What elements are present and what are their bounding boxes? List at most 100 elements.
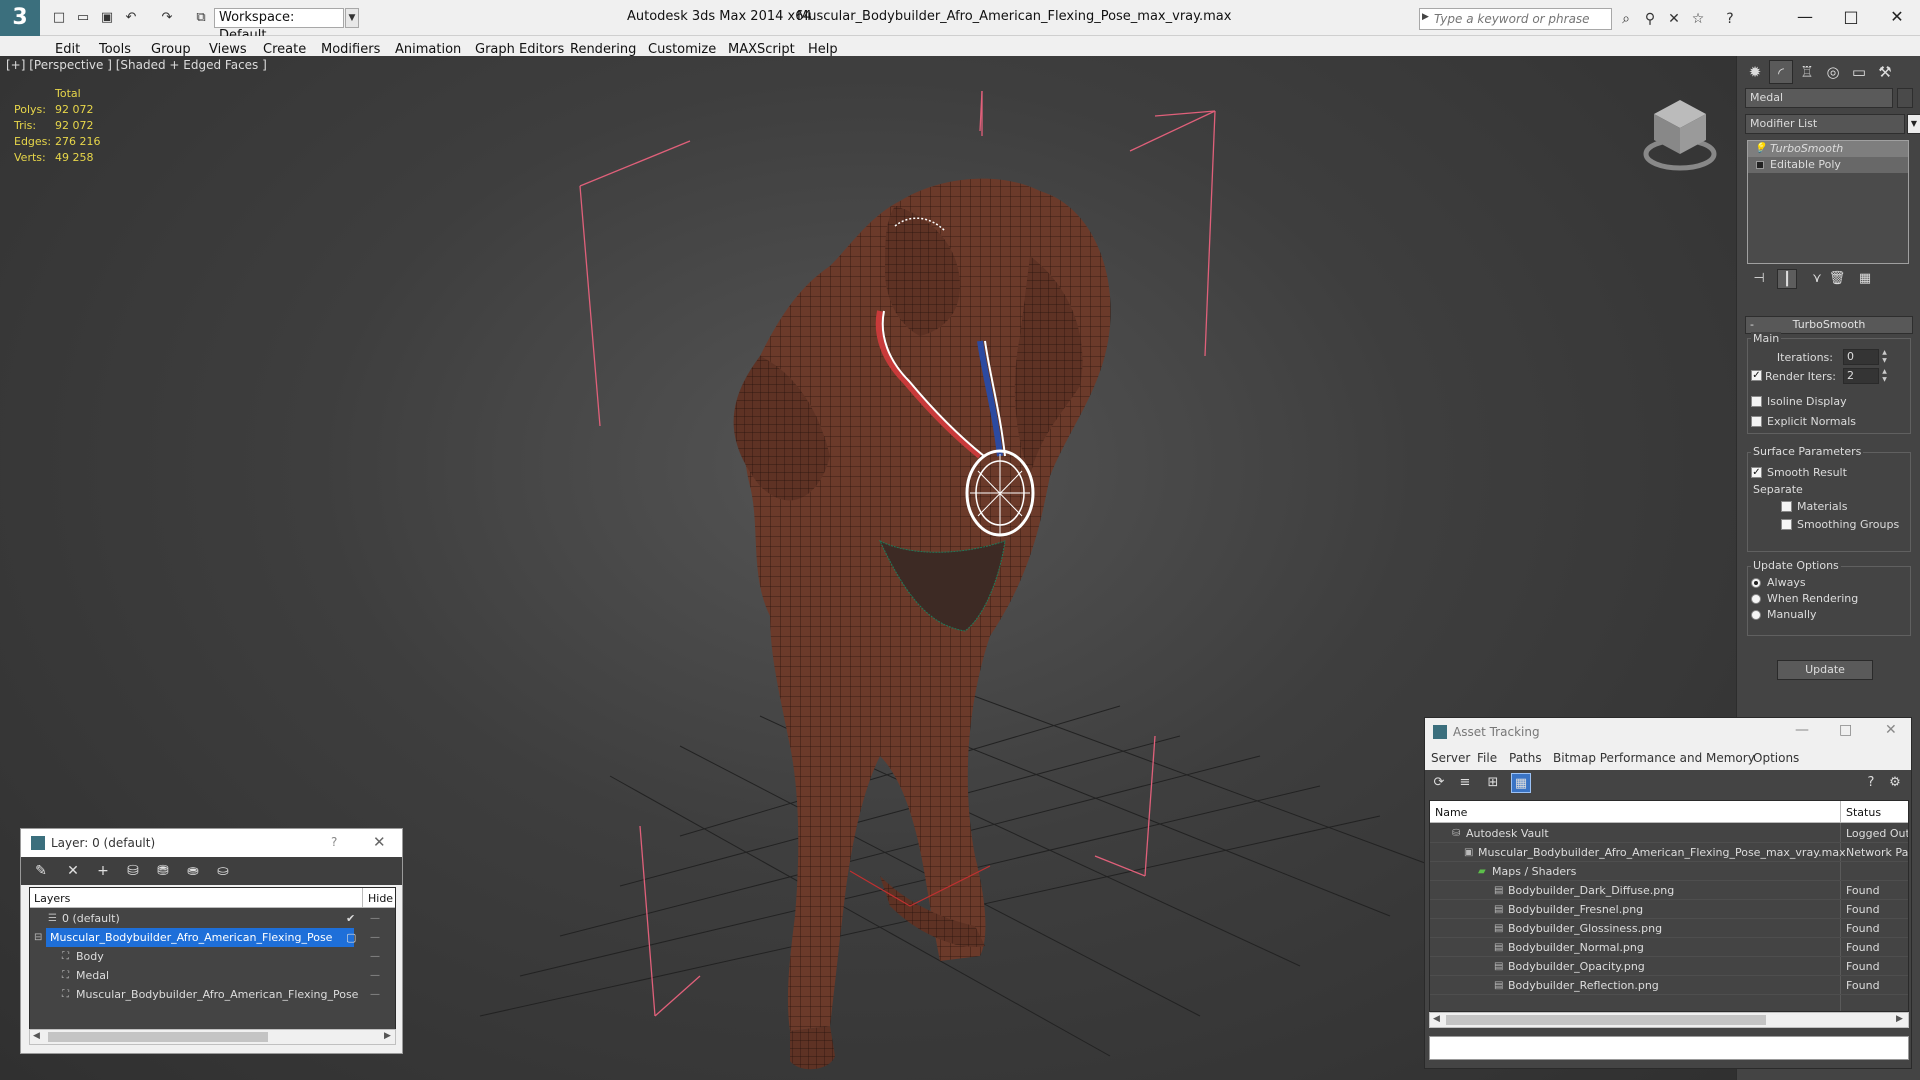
minimize-icon[interactable]: — [1782,4,1828,30]
collapse-icon[interactable]: ⊟ [34,928,42,947]
hide-toggle-icon[interactable]: — [370,985,380,1004]
help-icon[interactable]: ? [331,835,337,849]
close-icon[interactable]: ✕ [373,833,386,851]
object-name-field[interactable]: Medal [1745,88,1893,108]
lightbulb-icon[interactable]: 💡 [1754,141,1766,157]
configure-sets-icon[interactable]: ▦ [1855,269,1875,289]
modifier-list-dropdown[interactable]: Modifier List [1745,114,1905,134]
col-name[interactable]: Name [1435,806,1467,819]
pin-stack-icon[interactable]: ⊣ [1749,269,1769,289]
menu-rendering[interactable]: Rendering [570,42,636,57]
smooth-result-checkbox[interactable]: ✓ [1751,467,1762,478]
object-color-swatch[interactable] [1897,88,1913,108]
scroll-right-icon[interactable]: ▶ [384,1031,391,1041]
menu-paths[interactable]: Paths [1509,751,1542,765]
delete-layer-icon[interactable]: ✕ [63,861,83,881]
hide-toggle-icon[interactable]: — [370,947,380,966]
freeze-all-icon[interactable]: ⛀ [213,861,233,881]
scroll-left-icon[interactable]: ◀ [1433,1014,1440,1024]
subscription-icon[interactable]: ⚲ [1640,9,1660,29]
menu-bitmap-performance[interactable]: Bitmap Performance and Memory [1553,751,1755,765]
menu-tools[interactable]: Tools [99,42,131,57]
asset-dialog-titlebar[interactable]: Asset Tracking — □ ✕ [1425,718,1911,746]
utilities-tab-icon[interactable]: ⚒ [1873,60,1897,84]
minimize-icon[interactable]: — [1795,722,1809,738]
layer-object-row[interactable]: ⛶ Medal — [30,966,395,985]
horizontal-scrollbar[interactable]: ◀ ▶ [1429,1012,1909,1028]
col-layers[interactable]: Layers [34,892,70,905]
hierarchy-tab-icon[interactable]: ♖ [1795,60,1819,84]
menu-modifiers[interactable]: Modifiers [321,42,380,57]
when-rendering-radio[interactable] [1751,594,1761,604]
chevron-down-icon[interactable]: ▼ [345,8,359,28]
menu-server[interactable]: Server [1431,751,1470,765]
close-icon[interactable]: ✕ [1874,4,1920,30]
undo-icon[interactable]: ↶ [122,9,140,27]
close-icon[interactable]: ✕ [1885,722,1897,738]
asset-row-scene-file[interactable]: ▣ Muscular_Bodybuilder_Afro_American_Fle… [1430,843,1908,862]
smoothing-groups-checkbox[interactable] [1781,519,1792,530]
collapse-icon[interactable]: - [1750,317,1754,333]
menu-edit[interactable]: Edit [55,42,80,57]
help-icon[interactable]: ? [1861,773,1881,793]
hide-all-icon[interactable]: ⛂ [183,861,203,881]
menu-file[interactable]: File [1477,751,1497,765]
settings-gear-icon[interactable]: ⚙ [1885,773,1905,793]
layer-dialog-titlebar[interactable]: Layer: 0 (default) ? ✕ [21,829,402,857]
remove-modifier-icon[interactable]: 🗑 [1827,269,1847,289]
chevron-down-icon[interactable]: ▼ [1907,114,1920,134]
stack-item-editable-poly[interactable]: Editable Poly [1748,157,1908,173]
menu-customize[interactable]: Customize [648,42,716,57]
layer-object-row[interactable]: ⛶ Muscular_Bodybuilder_Afro_American_Fle… [30,985,395,1004]
layer-row[interactable]: ☰ 0 (default) ✔ — [30,909,395,928]
viewcube[interactable] [1640,88,1720,178]
menu-group[interactable]: Group [151,42,191,57]
open-file-icon[interactable]: ▭ [74,9,92,27]
menu-options[interactable]: Options [1753,751,1799,765]
display-tab-icon[interactable]: ▭ [1847,60,1871,84]
communication-icon[interactable]: ✕ [1664,9,1684,29]
scrollbar-thumb[interactable] [48,1032,268,1042]
add-to-layer-icon[interactable]: + [93,861,113,881]
render-iters-spinner[interactable]: 2 [1843,368,1879,384]
layer-row-selected[interactable]: ⊟ Muscular_Bodybuilder_Afro_American_Fle… [30,928,395,947]
asset-row-vault[interactable]: ⛁ Autodesk Vault Logged Out [1430,824,1908,843]
menu-maxscript[interactable]: MAXScript [728,42,795,57]
scroll-left-icon[interactable]: ◀ [33,1031,40,1041]
update-button[interactable]: Update [1777,660,1873,680]
always-radio[interactable] [1751,578,1761,588]
refresh-icon[interactable]: ⟳ [1429,773,1449,793]
new-file-icon[interactable]: □ [50,9,68,27]
isoline-display-checkbox[interactable] [1751,396,1762,407]
viewport-label[interactable]: [+] [Perspective ] [Shaded + Edged Faces… [6,58,267,72]
asset-row-bitmap[interactable]: ▤ Bodybuilder_Opacity.png Found [1430,957,1908,976]
render-iters-checkbox[interactable]: ✓ [1751,370,1762,381]
project-folder-icon[interactable]: ⧉ [192,9,210,27]
horizontal-scrollbar[interactable]: ◀ ▶ [29,1029,396,1045]
manually-radio[interactable] [1751,610,1761,620]
col-hide[interactable]: Hide [368,892,393,905]
save-icon[interactable]: ▣ [98,9,116,27]
iterations-spinner[interactable]: 0 [1843,349,1879,365]
scroll-right-icon[interactable]: ▶ [1896,1014,1903,1024]
menu-graph-editors[interactable]: Graph Editors [475,42,564,57]
menu-create[interactable]: Create [263,42,306,57]
asset-row-maps-folder[interactable]: ▰ Maps / Shaders [1430,862,1908,881]
current-layer-check-icon[interactable]: ✔ [346,909,355,928]
asset-row-bitmap[interactable]: ▤ Bodybuilder_Dark_Diffuse.png Found [1430,881,1908,900]
menu-help[interactable]: Help [808,42,838,57]
asset-path-field[interactable] [1429,1036,1909,1060]
col-status[interactable]: Status [1846,806,1881,819]
search-box[interactable]: ▶ [1419,8,1612,30]
make-unique-icon[interactable]: ⋎ [1807,269,1827,289]
create-tab-icon[interactable]: ✹ [1743,60,1767,84]
asset-row-bitmap[interactable]: ▤ Bodybuilder_Glossiness.png Found [1430,919,1908,938]
select-objects-icon[interactable]: ⛁ [123,861,143,881]
asset-row-bitmap[interactable]: ▤ Bodybuilder_Normal.png Found [1430,938,1908,957]
maximize-icon[interactable]: □ [1839,722,1852,738]
favorites-star-icon[interactable]: ☆ [1688,9,1708,29]
binoculars-icon[interactable]: ⌕ [1616,9,1636,29]
redo-icon[interactable]: ↷ [158,9,176,27]
hide-toggle-icon[interactable]: — [370,928,380,947]
stack-item-turbosmooth[interactable]: 💡 TurboSmooth [1748,141,1908,157]
